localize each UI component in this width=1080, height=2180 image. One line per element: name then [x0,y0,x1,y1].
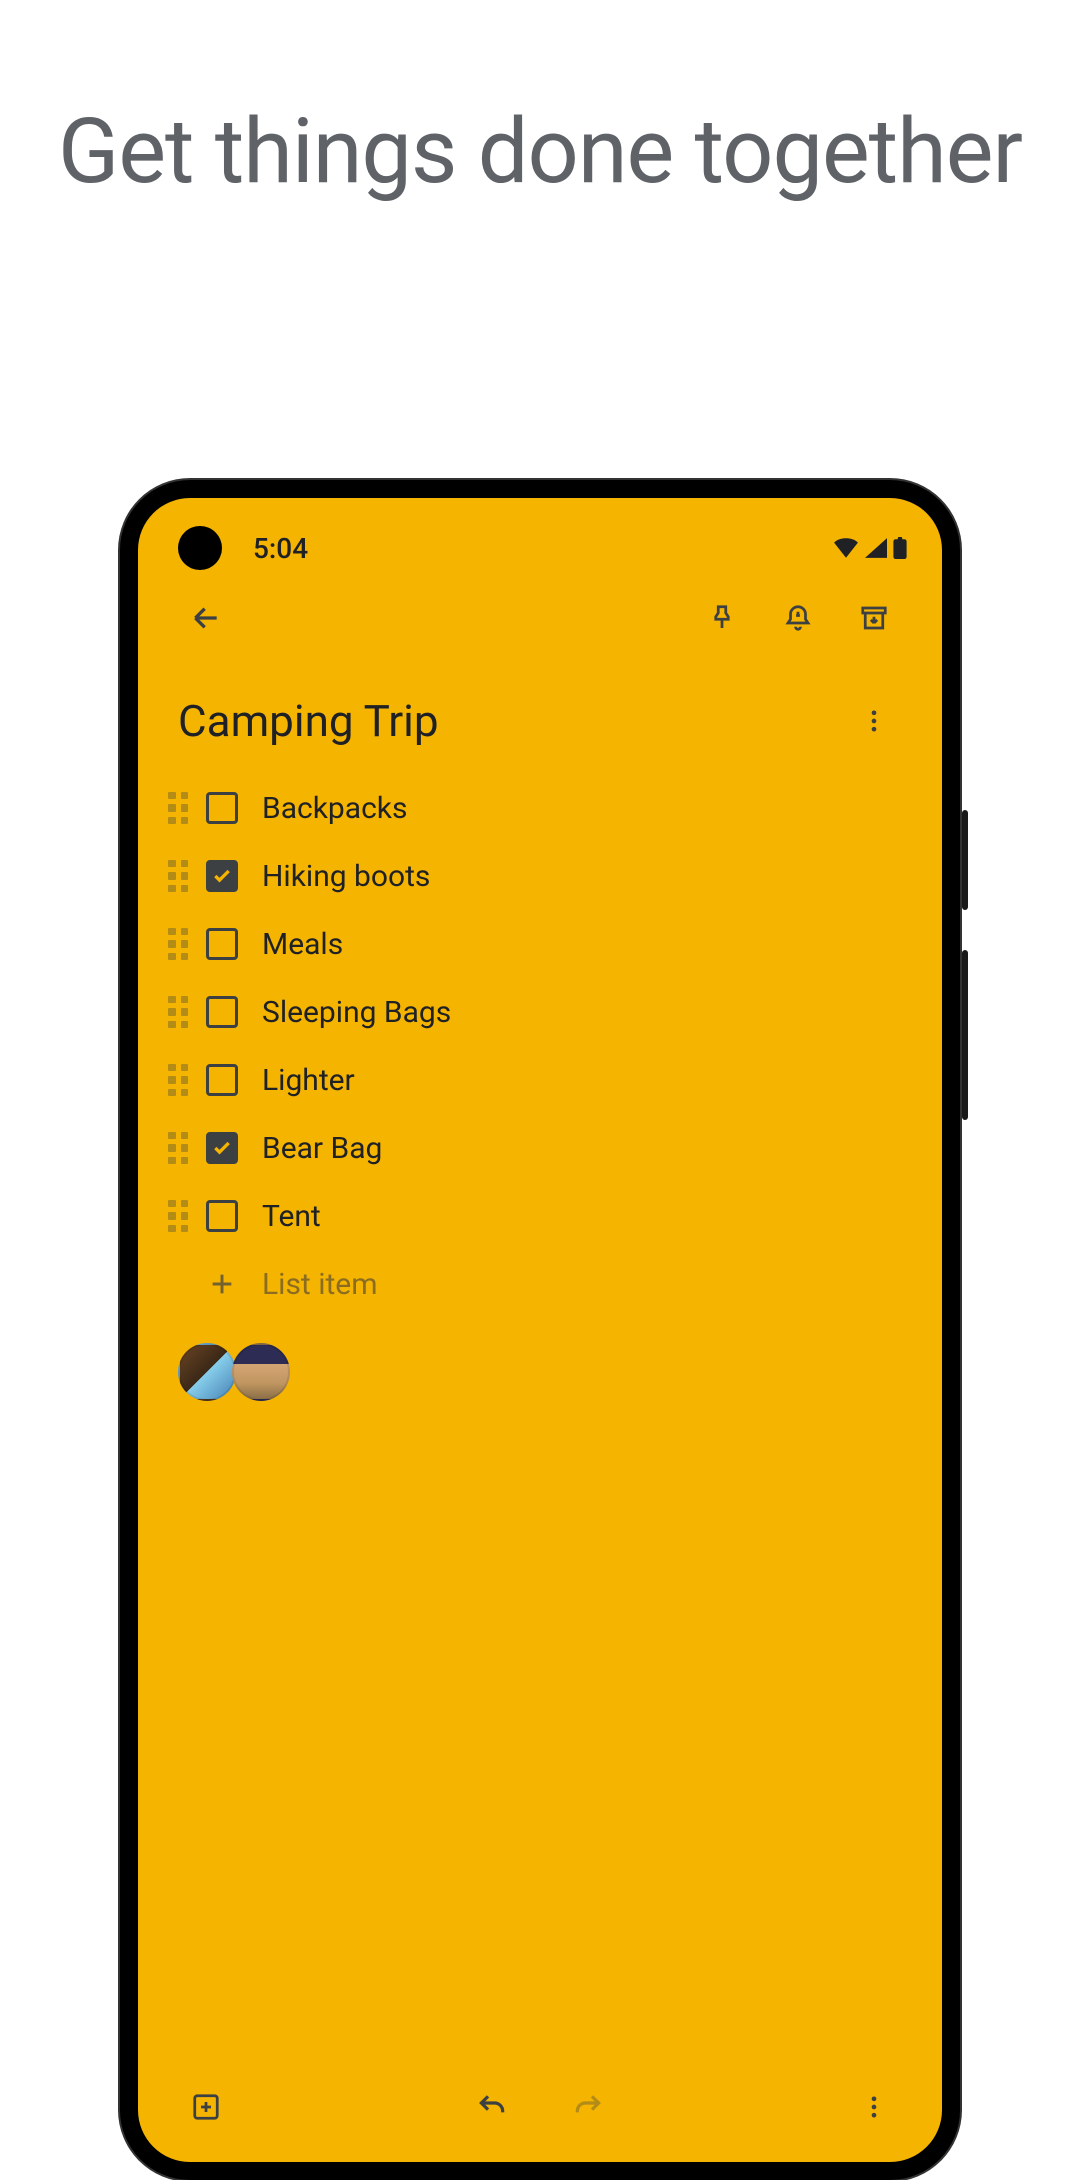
promo-headline: Get things done together [0,0,1080,204]
add-item-placeholder: List item [256,1267,378,1302]
checkbox[interactable] [206,928,238,960]
checklist-item[interactable]: Meals [168,910,902,978]
note-title[interactable]: Camping Trip [178,695,846,747]
checklist-item[interactable]: Sleeping Bags [168,978,902,1046]
checkbox[interactable] [206,1200,238,1232]
drag-handle-icon[interactable] [168,792,188,824]
checklist-item-label[interactable]: Meals [256,927,343,962]
checklist-item-label[interactable]: Backpacks [256,791,407,826]
checklist-item-label[interactable]: Tent [256,1199,321,1234]
checklist-item-label[interactable]: Sleeping Bags [256,995,451,1030]
back-button[interactable] [178,590,234,646]
cellular-icon [865,538,887,558]
battery-icon [893,537,907,559]
status-bar: 5:04 [138,498,942,568]
collaborators[interactable] [138,1318,942,1426]
undo-button[interactable] [464,2079,520,2135]
avatar[interactable] [232,1343,290,1401]
checklist-item-label[interactable]: Bear Bag [256,1131,382,1166]
archive-button[interactable] [846,590,902,646]
drag-handle-icon[interactable] [168,1064,188,1096]
plus-icon [206,1268,238,1300]
more-options-button[interactable] [846,693,902,749]
checkbox[interactable] [206,860,238,892]
checkbox[interactable] [206,1132,238,1164]
note-toolbar [138,568,942,668]
phone-side-button [962,950,968,1120]
checklist: Backpacks Hiking boots Meals Sleeping Ba… [138,764,942,1318]
checklist-item-label[interactable]: Lighter [256,1063,355,1098]
phone-camera-cutout [178,526,222,570]
add-list-item[interactable]: List item [168,1250,902,1318]
avatar[interactable] [178,1343,236,1401]
drag-handle-icon[interactable] [168,1132,188,1164]
checklist-item[interactable]: Lighter [168,1046,902,1114]
drag-handle-icon[interactable] [168,1200,188,1232]
wifi-icon [833,538,859,558]
checkbox[interactable] [206,1064,238,1096]
more-bottom-button[interactable] [846,2079,902,2135]
checklist-item-label[interactable]: Hiking boots [256,859,430,894]
checkbox[interactable] [206,792,238,824]
add-content-button[interactable] [178,2079,234,2135]
phone-mockup: 5:04 [120,480,960,2180]
drag-handle-icon[interactable] [168,860,188,892]
checklist-item[interactable]: Bear Bag [168,1114,902,1182]
drag-handle-icon[interactable] [168,996,188,1028]
redo-button[interactable] [560,2079,616,2135]
status-time: 5:04 [253,532,308,565]
checkbox[interactable] [206,996,238,1028]
pin-button[interactable] [694,590,750,646]
bottom-toolbar [138,2072,942,2162]
checklist-item[interactable]: Tent [168,1182,902,1250]
drag-handle-icon[interactable] [168,928,188,960]
phone-side-button [962,810,968,910]
reminder-button[interactable] [770,590,826,646]
checklist-item[interactable]: Backpacks [168,774,902,842]
checklist-item[interactable]: Hiking boots [168,842,902,910]
